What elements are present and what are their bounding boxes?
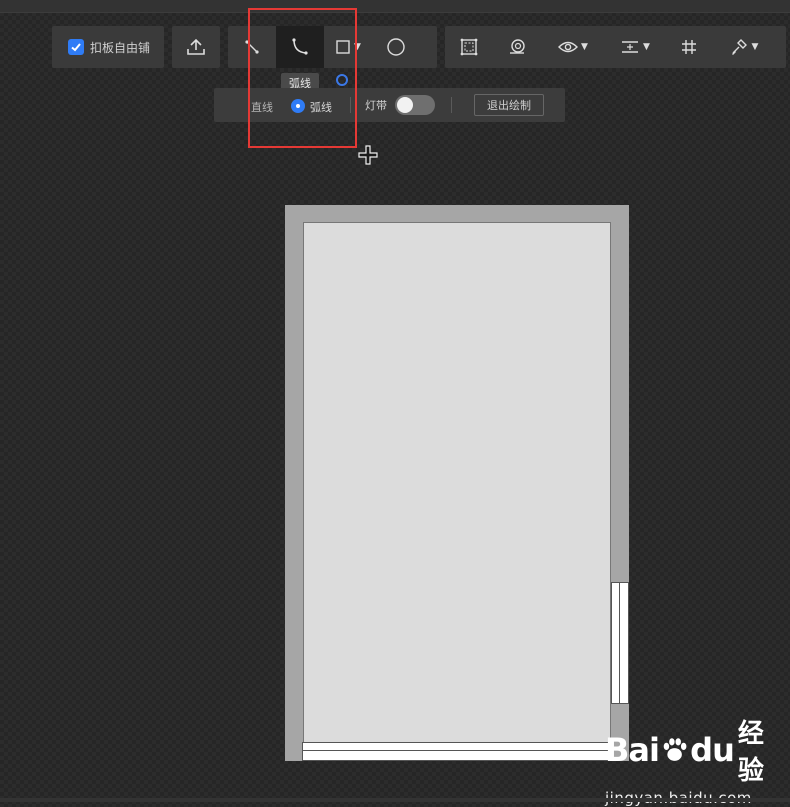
region-icon xyxy=(460,38,478,56)
check-icon xyxy=(71,43,81,52)
brush-icon xyxy=(731,39,747,55)
light-strip-toggle[interactable] xyxy=(395,95,435,115)
export-button[interactable] xyxy=(172,26,220,68)
window-pane-line xyxy=(619,583,620,703)
snap-checkbox-label[interactable]: 扣板自由铺 xyxy=(90,39,150,56)
region-tool-button[interactable] xyxy=(445,26,493,68)
watermark-logo-cn: 经验 xyxy=(737,719,764,786)
watermark-logo-right: du xyxy=(690,731,735,769)
watermark-logo-left: Bai xyxy=(605,731,660,769)
window-right[interactable] xyxy=(611,582,629,704)
upload-icon xyxy=(187,38,205,55)
window-pane-line xyxy=(303,750,611,751)
grid-tool-button[interactable] xyxy=(665,26,713,68)
align-tool-button[interactable]: ▼ xyxy=(605,26,665,68)
window-bottom[interactable] xyxy=(302,742,612,761)
chevron-down-icon[interactable]: ▼ xyxy=(752,42,759,52)
view-mode-button[interactable]: ▼ xyxy=(541,26,605,68)
snap-toolbar-group: 扣板自由铺 xyxy=(52,26,164,68)
align-icon xyxy=(622,41,639,53)
export-toolbar-group xyxy=(172,26,220,68)
divider xyxy=(451,97,452,113)
snap-checkbox[interactable] xyxy=(68,39,84,55)
pattern-tool-button[interactable] xyxy=(493,26,541,68)
view-toolbar-group: ▼ ▼ ▼ xyxy=(445,26,786,68)
pattern-icon xyxy=(510,39,525,54)
window-top-strip xyxy=(0,0,790,13)
exit-drawing-button[interactable]: 退出绘制 xyxy=(474,94,544,116)
highlight-annotation xyxy=(248,8,357,148)
chevron-down-icon[interactable]: ▼ xyxy=(581,42,588,52)
room-floor[interactable] xyxy=(303,222,611,743)
baidu-watermark: Bai du 经验 jingyan.baidu.com xyxy=(605,713,785,807)
chevron-down-icon[interactable]: ▼ xyxy=(643,42,650,52)
window-bottom-strip xyxy=(0,798,790,802)
crosshair-cursor-icon xyxy=(358,145,378,165)
toggle-knob xyxy=(397,97,413,113)
grid-icon xyxy=(682,40,696,54)
paw-icon xyxy=(663,738,687,761)
circle-tool-button[interactable] xyxy=(372,26,420,68)
circle-icon xyxy=(387,38,405,56)
brush-tool-button[interactable]: ▼ xyxy=(713,26,774,68)
light-strip-label: 灯带 xyxy=(365,99,387,112)
eye-icon xyxy=(558,41,579,53)
